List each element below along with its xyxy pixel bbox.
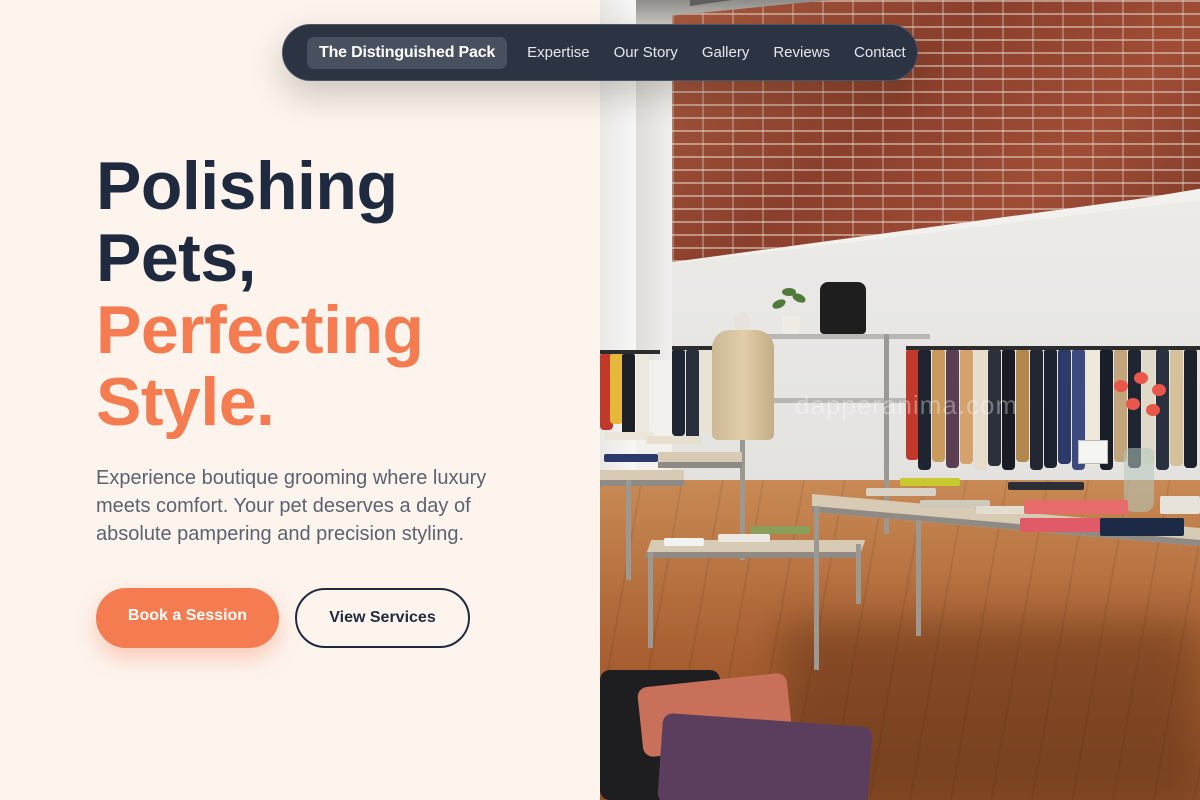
nav-link-expertise[interactable]: Expertise: [527, 44, 590, 61]
garment: [672, 350, 685, 436]
folded-clothes: [866, 488, 936, 496]
headline-line-1: Polishing: [96, 148, 398, 224]
nav-link-contact[interactable]: Contact: [854, 44, 906, 61]
folded-clothes: [750, 526, 810, 534]
flower: [1126, 398, 1140, 410]
hero-left-panel: Polishing Pets, Perfecting Style. Experi…: [0, 0, 600, 800]
garment: [636, 354, 649, 434]
price-sign: [1078, 440, 1108, 464]
table-leg: [814, 506, 819, 670]
nav-links: Expertise Our Story Gallery Reviews Cont…: [527, 44, 906, 61]
flower: [1114, 380, 1128, 392]
garment: [1044, 350, 1057, 468]
nav-link-gallery[interactable]: Gallery: [702, 44, 750, 61]
display-table: [658, 452, 742, 468]
plant-leaf: [782, 288, 796, 296]
mannequin-jacket: [712, 330, 774, 440]
folded-clothes: [900, 478, 960, 486]
folded-clothes: [718, 534, 770, 542]
book-session-button[interactable]: Book a Session: [96, 588, 279, 648]
folded-clothes: [1024, 500, 1128, 514]
view-services-button[interactable]: View Services: [295, 588, 470, 648]
flower: [1152, 384, 1166, 396]
pillar: [636, 60, 672, 360]
garment: [686, 350, 699, 440]
garment: [622, 354, 635, 438]
garment: [1114, 350, 1127, 462]
shoes: [664, 538, 704, 546]
garment: [1058, 350, 1071, 464]
wall-shelf: [762, 334, 930, 339]
hero-headline: Polishing Pets, Perfecting Style.: [96, 150, 424, 438]
nav-link-reviews[interactable]: Reviews: [773, 44, 830, 61]
folded-clothes: [604, 454, 658, 462]
hero-image: dapperanima.com: [600, 0, 1200, 800]
flower: [1134, 372, 1148, 384]
table-leg: [856, 544, 861, 604]
brand-logo[interactable]: The Distinguished Pack: [307, 36, 508, 69]
backpack: [820, 282, 866, 334]
folded-clothes: [646, 436, 702, 444]
table-leg: [916, 520, 921, 636]
folded-clothes: [1160, 496, 1200, 514]
garment: [1030, 350, 1043, 470]
display-table: [600, 470, 684, 486]
headline-line-3: Perfecting: [96, 292, 424, 368]
nav-link-our-story[interactable]: Our Story: [614, 44, 678, 61]
folded-clothes: [1100, 518, 1184, 536]
garment: [1170, 350, 1183, 466]
folded-clothes: [657, 712, 873, 800]
folded-clothes: [1008, 482, 1084, 490]
table-leg: [648, 552, 653, 648]
headline-line-2: Pets,: [96, 220, 257, 296]
foreground-clothes-pile: [600, 660, 873, 800]
headline-line-4: Style.: [96, 364, 275, 440]
plant-pot: [782, 316, 800, 334]
table-leg: [626, 480, 631, 580]
image-watermark: dapperanima.com: [795, 390, 1019, 420]
clothing-rack: [600, 350, 660, 470]
main-nav: The Distinguished Pack Expertise Our Sto…: [282, 24, 918, 81]
landing-page: Polishing Pets, Perfecting Style. Experi…: [0, 0, 1200, 800]
flower: [1146, 404, 1160, 416]
garment: [1184, 350, 1197, 468]
hero-subtext: Experience boutique grooming where luxur…: [96, 467, 487, 545]
flower-vase: [1124, 448, 1154, 512]
